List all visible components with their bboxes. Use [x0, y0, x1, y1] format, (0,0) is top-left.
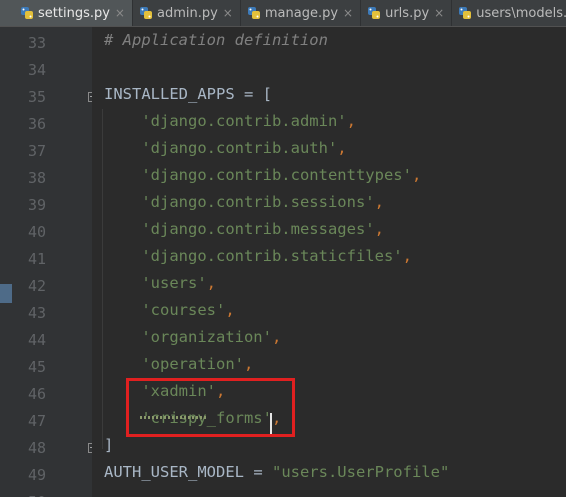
code-line-app: 'django.contrib.messages', [104, 216, 384, 243]
line-number: 48 [27, 439, 46, 457]
comma: , [411, 166, 422, 184]
code-line-app: 'operation', [104, 351, 253, 378]
app-string: 'django.contrib.admin' [141, 112, 347, 130]
code-line-app: 'django.contrib.sessions', [104, 189, 384, 216]
comma: , [225, 301, 235, 319]
line-number: 49 [27, 466, 46, 484]
close-icon[interactable]: × [343, 6, 353, 20]
highlight-box [126, 378, 295, 437]
line-number: 44 [27, 331, 46, 349]
comma: , [271, 328, 282, 346]
code-line-app: 'courses', [104, 297, 235, 324]
code-line-app: 'django.contrib.admin', [104, 108, 356, 135]
line-number: 45 [27, 358, 46, 376]
python-file-icon [368, 7, 381, 19]
code-editor[interactable]: # Application definition INSTALLED_APPS … [92, 27, 566, 497]
line-number: 47 [27, 412, 46, 430]
auth-user-model-identifier: AUTH_USER_MODEL [104, 463, 244, 481]
close-icon[interactable]: × [434, 6, 444, 20]
comma: , [206, 274, 216, 292]
app-string: 'users' [141, 274, 207, 292]
line-number: 38 [27, 169, 46, 187]
line-number: 33 [27, 34, 46, 52]
auth-user-model-string: "users.UserProfile" [271, 463, 450, 481]
editor-tab-bar: settings.py × admin.py × manage.py × urls.py × u… [0, 0, 566, 27]
comment-text: # Application definition [104, 31, 328, 49]
comma: , [243, 355, 254, 373]
comma: , [337, 139, 347, 157]
line-number: 40 [27, 223, 46, 241]
code-line-app: 'django.contrib.staticfiles', [104, 243, 412, 270]
line-number: 42 [27, 277, 46, 295]
python-file-icon [247, 7, 260, 19]
app-string: 'django.contrib.contenttypes' [141, 166, 412, 184]
close-icon[interactable]: × [115, 6, 125, 20]
tab-settings-py[interactable]: settings.py × [0, 0, 133, 26]
line-number: 43 [27, 304, 46, 322]
app-string: 'django.contrib.sessions' [141, 193, 375, 211]
code-line-app: 'django.contrib.contenttypes', [104, 162, 421, 189]
code-line-comment: # Application definition [104, 27, 328, 54]
comma: , [374, 193, 384, 211]
indent-guide [102, 109, 103, 449]
code-line-auth-user-model: AUTH_USER_MODEL = "users.UserProfile" [104, 459, 449, 486]
line-number-gutter: 33 34 35 36 37 38 39 40 41 42 43 44 45 46 47 48 49 50 [0, 27, 92, 497]
app-string: 'django.contrib.auth' [141, 139, 338, 157]
line-number: 34 [27, 61, 46, 79]
line-number: 36 [27, 115, 46, 133]
line-number: 41 [27, 250, 46, 268]
app-string: 'organization' [141, 328, 272, 346]
installed-apps-identifier: INSTALLED_APPS [104, 85, 235, 103]
close-icon[interactable]: × [223, 6, 233, 20]
code-line-app: 'users', [104, 270, 216, 297]
code-line-close-bracket: ] [104, 432, 113, 459]
comma: , [402, 247, 412, 265]
line-number: 46 [27, 385, 46, 403]
line-number: 37 [27, 142, 46, 160]
code-line-app: 'organization', [104, 324, 281, 351]
tab-label: manage.py [264, 5, 339, 21]
comma: , [374, 220, 384, 238]
python-file-icon [21, 7, 33, 19]
app-string: 'operation' [141, 355, 244, 373]
code-line-app: 'django.contrib.auth', [104, 135, 347, 162]
app-string: 'courses' [141, 301, 226, 319]
app-string: 'django.contrib.messages' [141, 220, 375, 238]
tab-admin-py[interactable]: admin.py × [133, 0, 241, 26]
line-number: 39 [27, 196, 46, 214]
tab-label: users\models.py [476, 5, 566, 21]
code-line-installed-apps: INSTALLED_APPS = [ [104, 81, 272, 108]
tab-manage-py[interactable]: manage.py × [241, 0, 362, 26]
tab-label: admin.py [156, 5, 218, 21]
assign-operator: = [243, 463, 272, 481]
tab-urls-py[interactable]: urls.py × [361, 0, 453, 26]
python-file-icon [139, 7, 152, 19]
close-bracket: ] [104, 436, 114, 454]
tab-users-models-py[interactable]: users\models.py× [452, 0, 566, 26]
line-number: 35 [27, 88, 46, 106]
tab-label: settings.py [38, 5, 110, 21]
comma: , [346, 112, 356, 130]
assign-operator: = [234, 85, 263, 103]
open-bracket: [ [262, 85, 272, 103]
line-number: 50 [6, 489, 46, 497]
app-string: 'django.contrib.staticfiles' [141, 247, 403, 265]
tab-label: urls.py [385, 5, 430, 21]
python-file-icon [459, 7, 472, 19]
